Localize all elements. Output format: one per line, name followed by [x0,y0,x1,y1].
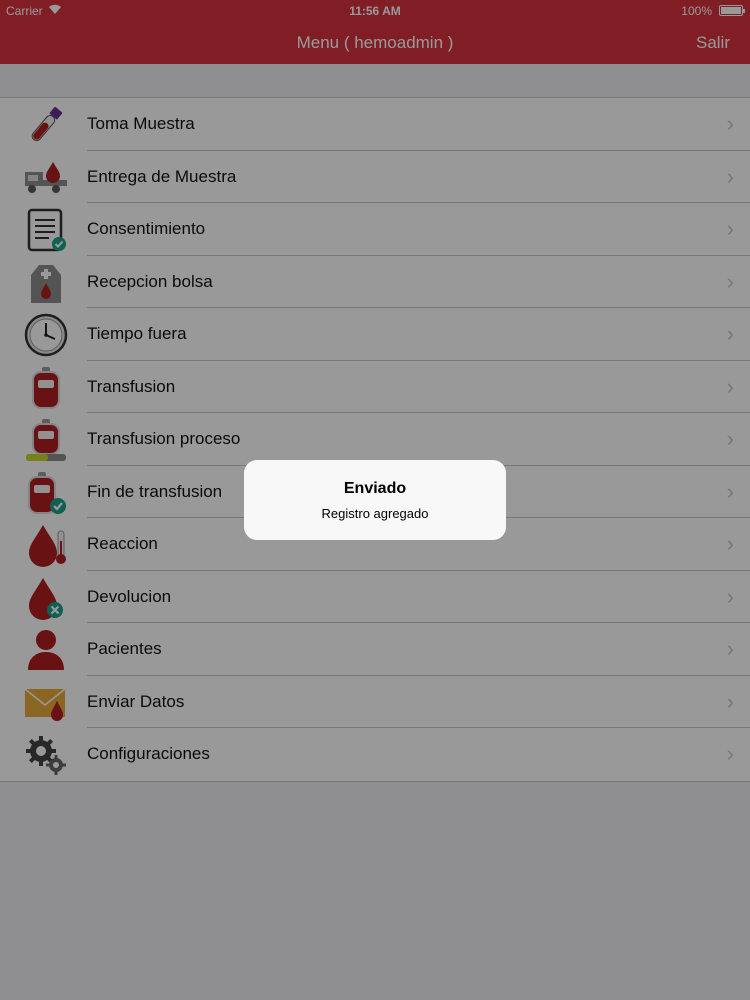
alert-title: Enviado [343,480,407,497]
alert-dialog: Enviado Registro agregado [244,460,506,540]
alert-message: Registro agregado [321,506,429,521]
